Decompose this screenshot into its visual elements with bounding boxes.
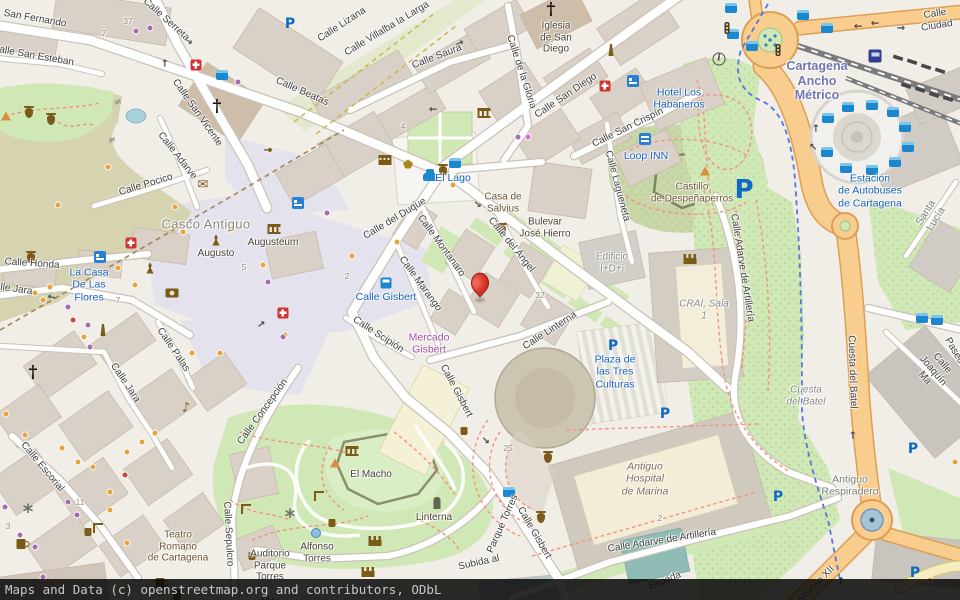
attribution-bar: Maps and Data (c) openstreetmap.org and … bbox=[0, 579, 960, 600]
pin-shadow bbox=[475, 298, 485, 302]
bus-station-circle bbox=[811, 91, 903, 183]
map-canvas[interactable]: PPPPPPP†††i✉♪**≠≠→→→→→→→→→→→→→→→→ San Fe… bbox=[0, 0, 960, 600]
mound bbox=[495, 348, 595, 448]
attribution-text: Maps and Data (c) openstreetmap.org and … bbox=[5, 582, 442, 597]
